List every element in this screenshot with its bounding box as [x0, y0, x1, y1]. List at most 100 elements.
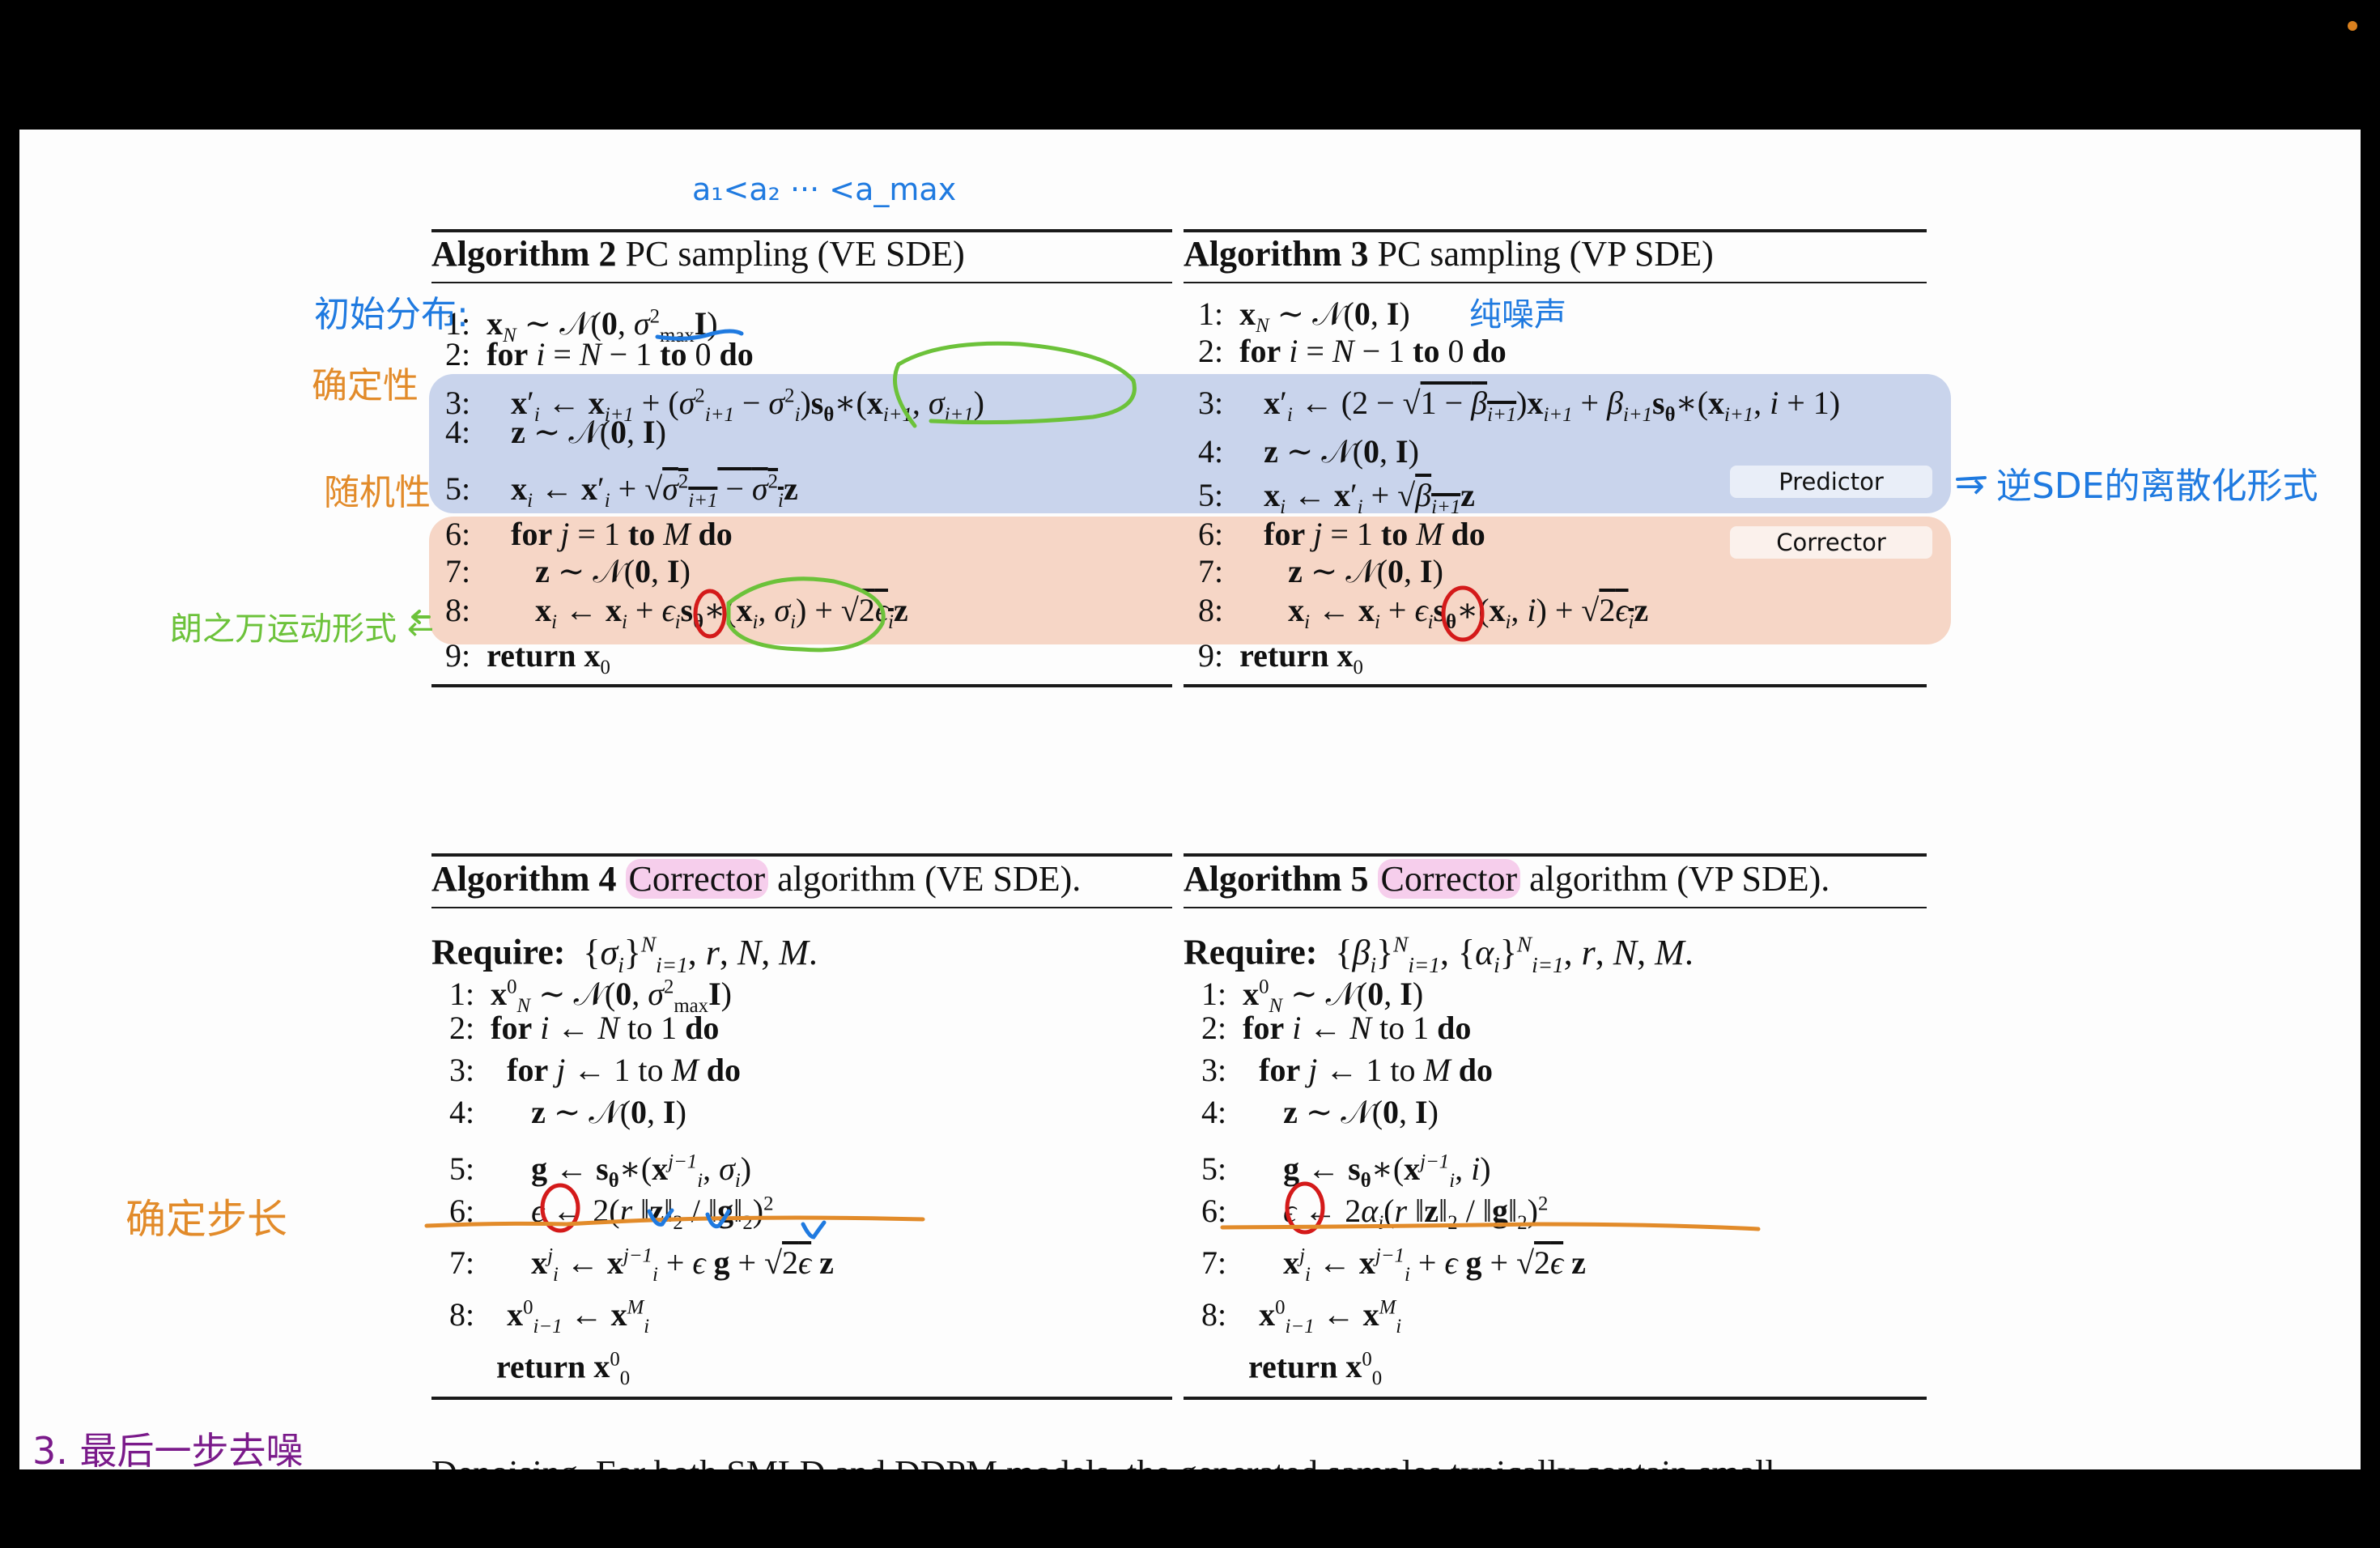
algo5-title-text: algorithm (VP SDE).: [1529, 859, 1830, 899]
line-number: 7:: [449, 1244, 475, 1282]
line-number: 8:: [1198, 592, 1224, 628]
line-number: 3:: [449, 1052, 475, 1088]
algo2-bottom-rule: [431, 684, 1172, 687]
line-formula: z ∼ 𝒩(0, I): [535, 553, 691, 589]
algo3-bottom-rule: [1184, 684, 1927, 687]
line-formula: x′i ← (2 − √1 − βi+1)xi+1 + βi+1sθ∗(xi+1…: [1264, 385, 1841, 426]
algo2-line-6: 6: for j = 1 to M do: [445, 515, 733, 554]
algo4-title-highlight: Corrector: [625, 859, 769, 899]
line-formula: xji ← xj−1i + ϵ g + √2ϵ z: [531, 1244, 834, 1286]
line-formula: xi ← xi + ϵisθ∗(xi, i) + √2ϵiz: [1288, 592, 1649, 633]
annotation-sequence: a₁<a₂ ··· <a_max: [692, 172, 957, 207]
algo2-line-7: 7: z ∼ 𝒩(0, I): [445, 552, 691, 591]
algo5-top-rule: [1184, 853, 1927, 857]
line-number: 5:: [1201, 1150, 1227, 1188]
line-formula: x00: [1345, 1348, 1383, 1390]
algo5-line-7: 7: xji ← xj−1i + ϵ g + √2ϵ z: [1201, 1237, 1586, 1295]
line-number: 6:: [1198, 516, 1224, 552]
algo5-line-4: 4: z ∼ 𝒩(0, I): [1201, 1093, 1439, 1132]
line-number: 4:: [1201, 1094, 1227, 1130]
line-formula: for i ← N to 1 do: [491, 1010, 720, 1046]
line-formula: x0i−1 ← xMi: [1259, 1296, 1402, 1338]
line-formula: ϵ ← 2αi(r ‖z‖2 / ‖g‖2)2: [1283, 1193, 1549, 1235]
algo5-line-6: 6: ϵ ← 2αi(r ‖z‖2 / ‖g‖2)2: [1201, 1185, 1548, 1243]
annotation-determine-step: 确定步长: [125, 1196, 287, 1243]
require-formula: {βi}Ni=1, {αi}Ni=1, r, N, M.: [1326, 932, 1694, 977]
algo3-title-number: Algorithm 3: [1184, 234, 1369, 274]
algo3-title: Algorithm 3 PC sampling (VP SDE): [1184, 233, 1714, 274]
line-formula: for i = N − 1 to 0 do: [487, 336, 754, 372]
algo5-title: Algorithm 5 Corrector algorithm (VP SDE)…: [1184, 858, 1830, 899]
line-number: 2:: [445, 336, 471, 372]
line-formula: g ← sθ∗(xj−1i, σi): [531, 1150, 752, 1193]
algo4-title-number: Algorithm 4: [431, 859, 617, 899]
line-number: 4:: [449, 1094, 475, 1130]
algo5-bottom-rule: [1184, 1397, 1927, 1400]
annotation-reverse-sde: → 逆SDE的离散化形式: [1955, 466, 2318, 507]
line-formula: ϵ ← 2(r ‖z‖2 / ‖g‖2)2: [531, 1193, 774, 1235]
line-formula: xN ∼ 𝒩(0, I): [1239, 296, 1410, 337]
return-keyword: return: [496, 1348, 586, 1385]
line-formula: z ∼ 𝒩(0, I): [1264, 433, 1419, 470]
algo4-line-3: 3: for j ← 1 to M do: [449, 1051, 741, 1090]
annotation-final-denoise: 3. 最后一步去噪: [32, 1429, 304, 1473]
line-formula: z ∼ 𝒩(0, I): [1288, 553, 1443, 589]
return-keyword: return: [1248, 1348, 1338, 1385]
algo2-title-text: PC sampling (VE SDE): [625, 234, 965, 274]
algo2-line-4: 4: z ∼ 𝒩(0, I): [445, 413, 666, 452]
algo5-line-2: 2: for i ← N to 1 do: [1201, 1009, 1471, 1048]
line-number: 6:: [445, 516, 471, 552]
algo3-line-8: 8: xi ← xi + ϵisθ∗(xi, i) + √2ϵiz: [1198, 591, 1648, 642]
line-formula: xi ← xi + ϵisθ∗(xi, σi) + √2ϵiz: [535, 592, 908, 633]
algo2-line-9: 9: return x0: [445, 636, 610, 687]
line-number: 2:: [1201, 1010, 1227, 1046]
predictor-tag: Predictor: [1730, 466, 1932, 498]
line-formula: for j = 1 to M do: [1264, 516, 1485, 552]
algo5-line-8: 8: x0i−1 ← xMi: [1201, 1289, 1401, 1346]
algo4-bottom-rule: [431, 1397, 1172, 1400]
corrector-tag: Corrector: [1730, 526, 1932, 559]
line-formula: g ← sθ∗(xj−1i, i): [1283, 1150, 1491, 1193]
line-number: 1:: [1198, 296, 1224, 332]
algo3-line-6: 6: for j = 1 to M do: [1198, 515, 1485, 554]
algo3-line-2: 2: for i = N − 1 to 0 do: [1198, 332, 1507, 371]
line-number: 3:: [1201, 1052, 1227, 1088]
line-number: 6:: [1201, 1193, 1227, 1230]
algo4-title-text: algorithm (VE SDE).: [777, 859, 1082, 899]
line-number: 8:: [445, 592, 471, 628]
require-formula: {σi}Ni=1, r, N, M.: [574, 932, 818, 977]
algo4-top-rule: [431, 853, 1172, 857]
require-label: Require:: [431, 932, 566, 972]
algo2-line-5: 5: xi ← x′i + √σ2i+1 − σ2iz: [445, 463, 798, 521]
line-number: 8:: [449, 1296, 475, 1333]
line-number: 4:: [445, 414, 471, 450]
algo4-return: return x00: [496, 1341, 630, 1398]
line-number: 4:: [1198, 433, 1224, 470]
line-number: 6:: [449, 1193, 475, 1230]
annotation-langevin: 朗之万运动形式 ←: [170, 610, 435, 648]
line-formula: xi ← x′i + √σ2i+1 − σ2iz: [511, 470, 798, 512]
line-formula: z ∼ 𝒩(0, I): [1283, 1094, 1439, 1130]
footer-text: Denoising. For both SMLD and DDPM models…: [431, 1454, 1775, 1469]
line-number: 9:: [1198, 637, 1224, 674]
algo4-line-7: 7: xji ← xj−1i + ϵ g + √2ϵ z: [449, 1237, 834, 1295]
annotation-pure-noise: 纯噪声: [1469, 296, 1566, 334]
line-number: 7:: [445, 553, 471, 589]
algo3-line-3: 3: x′i ← (2 − √1 − βi+1)xi+1 + βi+1sθ∗(x…: [1198, 384, 1840, 435]
line-number: 2:: [1198, 333, 1224, 369]
line-number: 9:: [445, 637, 471, 674]
line-number: 7:: [1201, 1244, 1227, 1282]
require-label: Require:: [1184, 932, 1318, 972]
line-number: 5:: [449, 1150, 475, 1188]
algo5-line-3: 3: for j ← 1 to M do: [1201, 1051, 1493, 1090]
algo5-return: return x00: [1248, 1341, 1382, 1398]
line-formula: x0N ∼ 𝒩(0, σ2maxI): [491, 976, 732, 1018]
line-formula: for j = 1 to M do: [511, 516, 733, 552]
annotation-deterministic: 确定性: [312, 365, 419, 406]
line-formula: z ∼ 𝒩(0, I): [531, 1094, 686, 1130]
algo3-line-4: 4: z ∼ 𝒩(0, I): [1198, 432, 1419, 471]
line-formula: x0N ∼ 𝒩(0, I): [1243, 976, 1424, 1018]
annotation-initial-distribution: 初始分布:: [314, 294, 469, 335]
algo5-header-rule: [1184, 907, 1927, 908]
line-formula: for j ← 1 to M do: [1259, 1052, 1494, 1088]
